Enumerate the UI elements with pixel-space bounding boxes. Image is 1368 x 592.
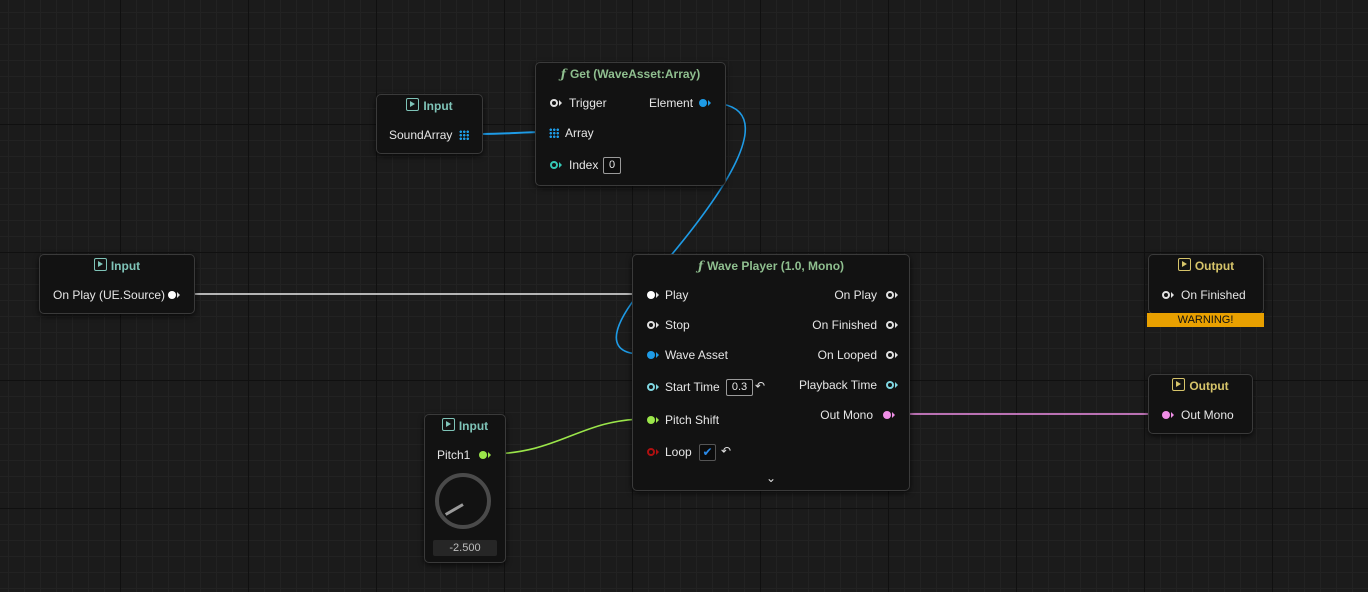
stop-pin-arrow — [656, 322, 659, 328]
out-mono-pin[interactable] — [883, 411, 891, 419]
outmono-in-pin-arrow — [1171, 412, 1174, 418]
input-icon — [441, 418, 455, 431]
playback-time-pin-arrow — [895, 382, 898, 388]
array-label: Array — [565, 126, 594, 140]
onfinished-in-label: On Finished — [1181, 288, 1246, 302]
output-onfinished-node[interactable]: Output On Finished — [1148, 254, 1264, 314]
onplay-source-label: On Play (UE.Source) — [53, 288, 166, 302]
onfinished-in-pin-arrow — [1171, 292, 1174, 298]
wave-asset-pin[interactable] — [647, 351, 655, 359]
array-pin[interactable] — [549, 128, 559, 138]
array-pin[interactable] — [459, 130, 469, 140]
stop-pin[interactable] — [647, 321, 655, 329]
pitch1-pin-arrow — [488, 452, 491, 458]
output-icon — [1177, 258, 1191, 271]
node-header: Input — [40, 255, 194, 277]
onplay-out-pin-arrow — [895, 292, 898, 298]
play-pin[interactable] — [647, 291, 655, 299]
node-header: Output — [1149, 375, 1252, 397]
node-header: Input — [377, 95, 482, 117]
input-onplay-node[interactable]: Input On Play (UE.Source) — [39, 254, 195, 314]
warning-badge: WARNING! — [1147, 313, 1264, 327]
input-icon — [406, 98, 420, 111]
play-pin-arrow — [656, 292, 659, 298]
input-pitch1-node[interactable]: Input Pitch1 -2.500 — [424, 414, 506, 563]
reset-loop-icon[interactable]: ↶ — [721, 444, 731, 458]
node-header: Input — [425, 415, 505, 437]
element-label: Element — [649, 96, 694, 110]
knob-value-display[interactable]: -2.500 — [433, 540, 497, 556]
trigger-label: Trigger — [569, 96, 607, 110]
node-title: Wave Player (1.0, Mono) — [707, 259, 845, 273]
index-pin-arrow — [559, 162, 562, 168]
start-time-pin[interactable] — [647, 383, 655, 391]
onfinished-in-pin[interactable] — [1162, 291, 1170, 299]
node-header: Output — [1149, 255, 1263, 277]
element-pin[interactable] — [699, 99, 707, 107]
input-icon — [93, 258, 107, 271]
start-time-pin-arrow — [656, 384, 659, 390]
function-icon: ƒ — [560, 67, 566, 81]
onplay-out-pin[interactable] — [886, 291, 894, 299]
node-title: Input — [423, 99, 453, 113]
index-label: Index — [569, 158, 599, 172]
pitch1-pin[interactable] — [479, 451, 487, 459]
function-icon: ƒ — [697, 259, 704, 273]
get-waveasset-array-node[interactable]: ƒ Get (WaveAsset:Array) Trigger Element A… — [535, 62, 726, 186]
loop-checkbox[interactable]: ✔ — [699, 444, 716, 461]
knob-needle — [444, 503, 464, 516]
reset-start-time-icon[interactable]: ↶ — [755, 379, 765, 393]
output-outmono-node[interactable]: Output Out Mono — [1148, 374, 1253, 434]
pitch-knob[interactable] — [435, 473, 491, 529]
play-label: Play — [665, 288, 689, 302]
out-mono-label: Out Mono — [820, 408, 873, 422]
output-icon — [1172, 378, 1186, 391]
playback-time-pin[interactable] — [886, 381, 894, 389]
start-time-value-field[interactable]: 0.3 — [726, 379, 753, 396]
element-pin-arrow — [708, 100, 711, 106]
expand-chevron-icon[interactable]: ⌄ — [766, 471, 776, 485]
wave-player-node[interactable]: ƒ Wave Player (1.0, Mono) Play Stop Wave … — [632, 254, 910, 491]
index-pin[interactable] — [550, 161, 558, 169]
pitch-shift-label: Pitch Shift — [665, 413, 720, 427]
node-header: ƒ Wave Player (1.0, Mono) — [633, 255, 909, 277]
node-title: Input — [458, 419, 489, 433]
index-value-field[interactable]: 0 — [603, 157, 621, 174]
onlooped-out-pin[interactable] — [886, 351, 894, 359]
onlooped-out-pin-arrow — [895, 352, 898, 358]
pitch1-label: Pitch1 — [437, 448, 471, 462]
playback-time-label: Playback Time — [798, 378, 877, 392]
node-title: Input — [110, 259, 141, 273]
outmono-in-pin[interactable] — [1162, 411, 1170, 419]
node-title: Get (WaveAsset:Array) — [569, 67, 701, 81]
onfinished-out-pin-arrow — [895, 322, 898, 328]
soundarray-label: SoundArray — [389, 128, 453, 142]
node-title: Output — [1189, 379, 1229, 393]
wire-pitch1-to-pitchshift — [487, 418, 647, 455]
loop-pin-arrow — [656, 449, 659, 455]
stop-label: Stop — [665, 318, 690, 332]
node-header: ƒ Get (WaveAsset:Array) — [536, 63, 725, 85]
onfinished-out-label: On Finished — [812, 318, 877, 332]
onlooped-out-label: On Looped — [817, 348, 877, 362]
onfinished-out-pin[interactable] — [886, 321, 894, 329]
loop-label: Loop — [665, 445, 692, 459]
input-soundarray-node[interactable]: Input SoundArray — [376, 94, 483, 154]
onplay-pin-arrow — [177, 292, 180, 298]
onplay-exec-pin[interactable] — [168, 291, 176, 299]
trigger-pin-arrow — [559, 100, 562, 106]
onplay-out-label: On Play — [834, 288, 877, 302]
pitch-shift-pin[interactable] — [647, 416, 655, 424]
loop-pin[interactable] — [647, 448, 655, 456]
trigger-pin[interactable] — [550, 99, 558, 107]
wave-asset-pin-arrow — [656, 352, 659, 358]
outmono-in-label: Out Mono — [1181, 408, 1234, 422]
pitch-shift-pin-arrow — [656, 417, 659, 423]
wave-asset-label: Wave Asset — [665, 348, 728, 362]
out-mono-pin-arrow — [892, 412, 895, 418]
start-time-label: Start Time — [665, 380, 720, 394]
node-title: Output — [1194, 259, 1235, 273]
